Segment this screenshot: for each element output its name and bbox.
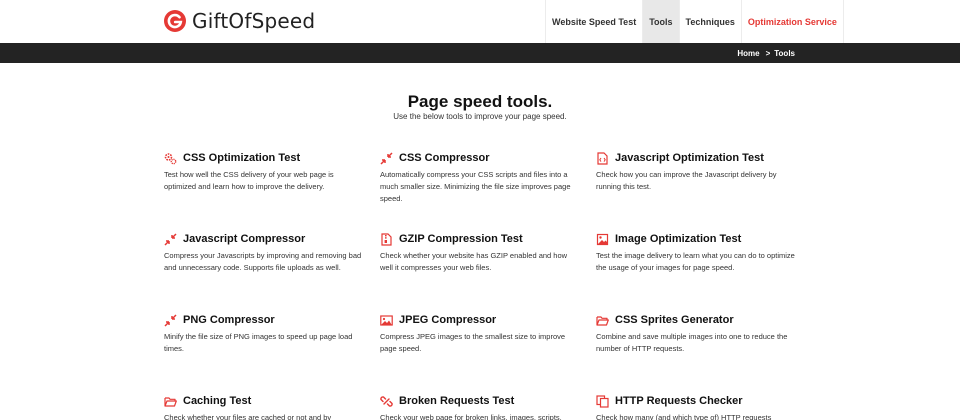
tool-card: Image Optimization Test Test the image d… <box>596 232 796 274</box>
logo[interactable]: GiftOfSpeed <box>164 9 315 33</box>
copy-files-icon <box>596 394 609 408</box>
nav-tools[interactable]: Tools <box>642 0 679 43</box>
zip-file-icon <box>380 232 393 246</box>
tool-description: Combine and save multiple images into on… <box>596 332 788 353</box>
logo-icon <box>164 10 186 32</box>
breadcrumb-separator: > <box>765 48 771 58</box>
page-title: Page speed tools. <box>407 92 553 111</box>
tool-title-link[interactable]: CSS Optimization Test <box>183 152 300 164</box>
compress-icon <box>164 313 177 327</box>
tool-title-link[interactable]: GZIP Compression Test <box>399 233 523 245</box>
breadcrumb-bar: Home > Tools <box>0 43 960 63</box>
nav-techniques[interactable]: Techniques <box>678 0 741 43</box>
tool-description: Automatically compress your CSS scripts … <box>380 170 571 203</box>
tool-title-link[interactable]: Image Optimization Test <box>615 233 741 245</box>
nav-optimization-service[interactable]: Optimization Service <box>740 0 844 43</box>
tool-title-link[interactable]: CSS Sprites Generator <box>615 314 734 326</box>
tool-card: Javascript Optimization Test Check how y… <box>596 151 796 193</box>
tool-description: Check your web page for broken links, im… <box>380 413 562 420</box>
tool-description: Check whether your files are cached or n… <box>164 413 332 420</box>
tool-card: HTTP Requests Checker Check how many (an… <box>596 394 796 420</box>
tool-description: Check whether your website has GZIP enab… <box>380 251 568 272</box>
tool-card: Javascript Compressor Compress your Java… <box>164 232 364 274</box>
tool-card: Caching Test Check whether your files ar… <box>164 394 364 420</box>
folder-open-icon <box>164 395 177 408</box>
tool-title-link[interactable]: JPEG Compressor <box>399 314 496 326</box>
tool-title-link[interactable]: PNG Compressor <box>183 314 275 326</box>
tool-card: CSS Compressor Automatically compress yo… <box>380 151 580 205</box>
breadcrumb-current: Tools <box>774 48 795 58</box>
nav-website-speed-test[interactable]: Website Speed Test <box>545 0 642 43</box>
image-file-icon <box>596 233 609 246</box>
tool-title-link[interactable]: Broken Requests Test <box>399 395 514 407</box>
tool-description: Test the image delivery to learn what yo… <box>596 251 795 272</box>
tool-title-link[interactable]: CSS Compressor <box>399 152 489 164</box>
tool-description: Check how many (and which type of) HTTP … <box>596 413 772 420</box>
code-file-icon <box>596 151 609 165</box>
tool-card: Broken Requests Test Check your web page… <box>380 394 580 420</box>
tool-title-link[interactable]: Javascript Optimization Test <box>615 152 764 164</box>
tool-title-link[interactable]: HTTP Requests Checker <box>615 395 743 407</box>
breadcrumb: Home > Tools <box>737 43 795 63</box>
tool-card: PNG Compressor Minify the file size of P… <box>164 313 364 355</box>
tool-description: Test how well the CSS delivery of your w… <box>164 170 334 191</box>
compress-icon <box>164 232 177 246</box>
tool-card: JPEG Compressor Compress JPEG images to … <box>380 313 580 355</box>
page-subtitle: Use the below tools to improve your page… <box>393 112 567 121</box>
tool-card: CSS Sprites Generator Combine and save m… <box>596 313 796 355</box>
site-header: GiftOfSpeed Website Speed Test Tools Tec… <box>0 0 960 43</box>
tool-title-link[interactable]: Caching Test <box>183 395 251 407</box>
tool-description: Compress your Javascripts by improving a… <box>164 251 362 272</box>
picture-icon <box>380 314 393 327</box>
folder-open-icon <box>596 314 609 327</box>
tool-card: CSS Optimization Test Test how well the … <box>164 151 364 193</box>
breadcrumb-home[interactable]: Home <box>737 49 759 58</box>
tool-description: Minify the file size of PNG images to sp… <box>164 332 353 353</box>
tool-description: Compress JPEG images to the smallest siz… <box>380 332 566 353</box>
main-nav: Website Speed Test Tools Techniques Opti… <box>545 0 844 43</box>
gears-icon <box>164 152 177 165</box>
tool-card: GZIP Compression Test Check whether your… <box>380 232 580 274</box>
logo-text: GiftOfSpeed <box>192 9 316 33</box>
broken-link-icon <box>380 395 393 408</box>
compress-icon <box>380 151 393 165</box>
tool-description: Check how you can improve the Javascript… <box>596 170 777 191</box>
tool-title-link[interactable]: Javascript Compressor <box>183 233 305 245</box>
